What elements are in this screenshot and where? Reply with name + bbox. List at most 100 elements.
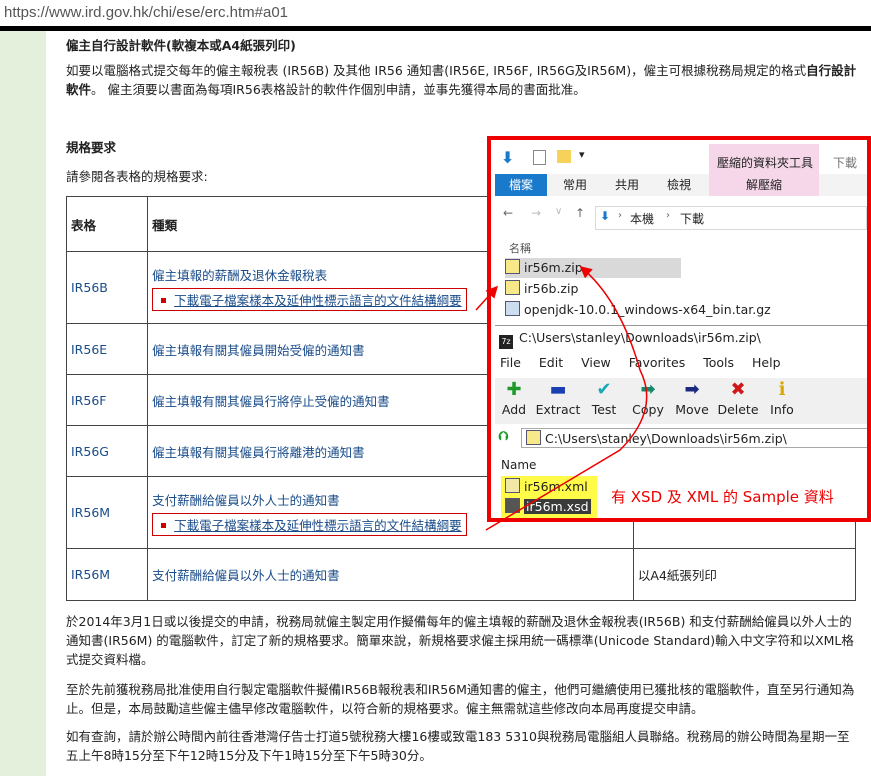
tab-share[interactable]: 共用 [611,174,643,196]
forward-icon[interactable]: → [531,206,541,220]
type-label[interactable]: 支付薪酬給僱員以外人士的通知書 [152,568,340,583]
address-bar[interactable]: https://www.ird.gov.hk/chi/ese/erc.htm#a… [0,0,871,26]
window-title: 下載 [833,156,858,170]
chevron-down-icon[interactable]: ▾ [579,148,585,161]
back-icon[interactable]: ← [503,206,513,220]
download-link[interactable]: 下載電子檔案樣本及延伸性標示語言的文件結構綱要 [152,287,467,311]
paragraph-new-spec: 於2014年3月1日或以後提交的申請，稅務局就僱主製定用作擬備每年的僱主填報的薪… [66,614,854,667]
info-label: Info [770,402,794,417]
menu-tools[interactable]: Tools [703,355,734,370]
list-item[interactable]: ir56m.zip [505,258,681,278]
column-header-name[interactable]: 名稱 [509,240,531,256]
menu-favorites[interactable]: Favorites [629,355,685,370]
chevron-right-icon: › [666,210,670,221]
header-form: 表格 [65,196,149,252]
type-label[interactable]: 僱主填報有關其僱員行將離港的通知書 [152,445,365,460]
extract-button[interactable]: ▬ Extract [531,378,585,417]
bullet-icon [161,297,167,303]
form-link[interactable]: IR56M [71,567,110,582]
divider [0,26,871,31]
add-label: Add [501,402,527,417]
sevenzip-titlebar: 7z C:\Users\stanley\Downloads\ir56m.zip\ [495,326,867,350]
sevenzip-path-input[interactable]: C:\Users\stanley\Downloads\ir56m.zip\ [521,428,867,448]
annotation-text: 有 XSD 及 XML 的 Sample 資料 [611,488,834,506]
file-name: ir56b.zip [524,281,579,296]
path-segment-downloads[interactable]: 下載 [680,210,704,227]
bullet-icon [161,522,167,528]
tab-home[interactable]: 常用 [559,174,591,196]
form-link[interactable]: IR56F [71,393,106,408]
zip-file-icon [526,430,541,445]
downloads-icon: ⬇ [600,209,611,223]
menu-edit[interactable]: Edit [539,355,563,370]
form-link[interactable]: IR56E [71,342,107,357]
menu-file[interactable]: File [500,355,521,370]
table-cell-extra: 以A4紙張列印 [632,548,857,601]
context-tab-label: 壓縮的資料夾工具 [717,156,814,170]
list-item[interactable]: ir56b.zip [505,279,578,299]
move-button[interactable]: ➡ Move [669,378,715,417]
xml-file-icon [505,478,520,493]
form-link[interactable]: IR56B [71,280,108,295]
table-cell-form[interactable]: IR56F [65,374,149,426]
menu-help[interactable]: Help [752,355,781,370]
section1-heading: 僱主自行設計軟件(軟複本或A4紙張列印) [66,38,296,53]
file-name: ir56m.zip [524,260,583,275]
explorer-address-bar[interactable]: ⬇ › 本機 › 下載 [595,206,867,230]
table-cell-form[interactable]: IR56E [65,323,149,375]
delete-x-icon: ✖ [730,379,746,400]
copy-label: Copy [632,402,664,417]
path-segment-pc[interactable]: 本機 [630,210,654,227]
download-arrow-icon[interactable]: ⬇ [501,148,514,167]
table-cell-form[interactable]: IR56M [65,476,149,549]
type-label[interactable]: 僱主填報有關其僱員開始受僱的通知書 [152,343,365,358]
copy-button[interactable]: ➡ Copy [625,378,671,417]
up-icon[interactable]: ↑ [575,206,585,220]
tab-extract[interactable]: 解壓縮 [709,174,819,196]
form-link[interactable]: IR56G [71,444,109,459]
explorer-navbar: ← → ∨ ↑ ⬇ › 本機 › 下載 [495,204,867,230]
section1-text-b: 。 僱主須要以書面為每項IR56表格設計的軟件作個別申請，並事先獲得本局的書面批… [91,82,586,97]
minus-icon: ▬ [549,379,567,400]
download-link-label[interactable]: 下載電子檔案樣本及延伸性標示語言的文件結構綱要 [174,293,462,308]
table-cell-form[interactable]: IR56G [65,425,149,477]
table-cell-form[interactable]: IR56M [65,548,149,601]
info-icon: ℹ [778,379,786,400]
sevenzip-logo-icon: 7z [499,335,513,349]
file-name: openjdk-10.0.1_windows-x64_bin.tar.gz [524,302,771,317]
table-cell-type[interactable]: 支付薪酬給僱員以外人士的通知書 [147,548,634,601]
sevenzip-menu: File Edit View Favorites Tools Help [500,355,795,370]
up-folder-icon[interactable]: ⮉ [499,428,509,444]
menu-view[interactable]: View [581,355,611,370]
chevron-down-icon[interactable]: ∨ [555,206,562,217]
extract-label: Extract [535,402,581,417]
paragraph-existing: 至於先前獲稅務局批准使用自行製定電腦軟件擬備IR56B報稅表和IR56M通知書的… [66,682,855,716]
explorer-screenshot: ⬇ ▾ 壓縮的資料夾工具 下載 檔案 常用 共用 檢視 解壓縮 ← → ∨ ↑ … [487,136,871,522]
paragraph-contact: 如有查詢，請於辦公時間內前往香港灣仔告士打道5號稅務大樓16樓或致電183 53… [66,729,850,763]
sevenzip-path-text: C:\Users\stanley\Downloads\ir56m.zip\ [545,431,787,446]
archive-file-icon [505,301,520,316]
tab-file[interactable]: 檔案 [495,174,547,196]
test-label: Test [591,402,617,417]
list-item[interactable]: ir56m.xml [505,478,588,496]
download-link[interactable]: 下載電子檔案樣本及延伸性標示語言的文件結構綱要 [152,512,467,536]
info-button[interactable]: ℹ Info [759,378,805,417]
new-folder-icon[interactable] [557,150,571,163]
properties-icon[interactable] [533,150,546,165]
list-item[interactable]: ir56m.xsd [505,498,591,516]
form-link[interactable]: IR56M [71,505,110,520]
test-button[interactable]: ✔ Test [581,378,627,417]
zip-file-icon [505,259,520,274]
check-icon: ✔ [596,379,612,400]
section2-heading: 規格要求 [66,140,117,155]
file-name: ir56m.xsd [524,499,591,514]
column-header-name[interactable]: Name [501,458,536,472]
list-item[interactable]: openjdk-10.0.1_windows-x64_bin.tar.gz [505,300,771,320]
type-label[interactable]: 僱主填報有關其僱員行將停止受僱的通知書 [152,394,390,409]
table-cell-form[interactable]: IR56B [65,251,149,324]
delete-button[interactable]: ✖ Delete [715,378,761,417]
move-arrow-icon: ➡ [684,379,700,400]
tab-view[interactable]: 檢視 [663,174,695,196]
download-link-label[interactable]: 下載電子檔案樣本及延伸性標示語言的文件結構綱要 [174,518,462,533]
sevenzip-title: C:\Users\stanley\Downloads\ir56m.zip\ [519,330,761,345]
